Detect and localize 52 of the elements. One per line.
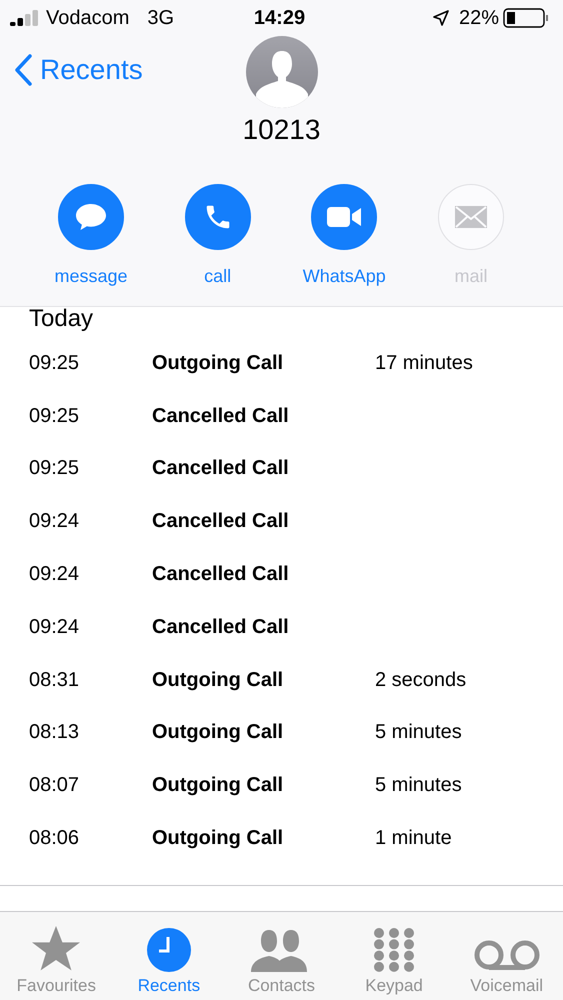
call-time: 08:07	[29, 774, 80, 798]
signal-icon	[10, 10, 40, 26]
call-duration: 17 minutes	[375, 352, 474, 375]
call-duration: 2 seconds	[375, 668, 468, 692]
call-time: 08:31	[29, 668, 80, 692]
message-action-button[interactable]: message	[41, 184, 141, 287]
tab[interactable]: Voicemail	[450, 912, 563, 1000]
battery-percentage: 22%	[458, 6, 499, 30]
contact-name: 10213	[242, 114, 320, 146]
call-time: 08:06	[29, 827, 80, 850]
call-duration: 5 minutes	[375, 721, 463, 744]
call-type: Outgoing Call	[152, 721, 284, 744]
clock-icon	[146, 928, 191, 972]
call-time: 09:25	[29, 457, 80, 480]
call-type: Cancelled Call	[152, 563, 290, 586]
call-time: 09:25	[29, 404, 80, 428]
call-action-button[interactable]: call	[168, 184, 268, 287]
battery-icon	[503, 8, 549, 28]
status-time: 14:29	[254, 6, 306, 30]
tab[interactable]: Favourites	[0, 912, 113, 1000]
call-time: 09:25	[29, 352, 80, 375]
chevron-left-icon	[14, 54, 32, 86]
section-heading: Today	[28, 305, 94, 333]
call-duration: 5 minutes	[375, 774, 463, 798]
carrier-name: Vodacom	[46, 6, 130, 30]
call-duration: 1 minute	[375, 827, 453, 850]
star-icon	[32, 926, 80, 972]
call-type: Cancelled Call	[152, 404, 290, 428]
call-type: Cancelled Call	[152, 457, 290, 480]
call-type: Outgoing Call	[152, 827, 284, 850]
call-type: Outgoing Call	[152, 668, 284, 692]
avatar	[246, 36, 318, 108]
call-type: Cancelled Call	[152, 616, 290, 639]
call-time: 08:13	[29, 721, 80, 744]
call-time: 09:24	[29, 616, 80, 639]
call-time: 09:24	[29, 563, 80, 586]
network-type: 3G	[147, 6, 174, 30]
tab[interactable]: Contacts	[225, 912, 338, 1000]
envelope-icon	[454, 206, 487, 228]
video-camera-icon	[327, 206, 362, 228]
call-time: 09:24	[29, 510, 80, 534]
keypad-icon	[372, 928, 416, 972]
tab[interactable]: Keypad	[338, 912, 450, 1000]
back-button[interactable]: Recents	[14, 54, 143, 86]
speech-bubble-icon	[75, 203, 107, 231]
voicemail-icon	[474, 938, 540, 972]
call-type: Outgoing Call	[152, 774, 284, 798]
location-arrow-icon	[432, 10, 449, 26]
call-type: Cancelled Call	[152, 510, 290, 534]
video-action-button[interactable]: WhatsApp	[294, 184, 394, 287]
tab[interactable]: Recents	[112, 912, 226, 1000]
call-type: Outgoing Call	[152, 352, 284, 375]
